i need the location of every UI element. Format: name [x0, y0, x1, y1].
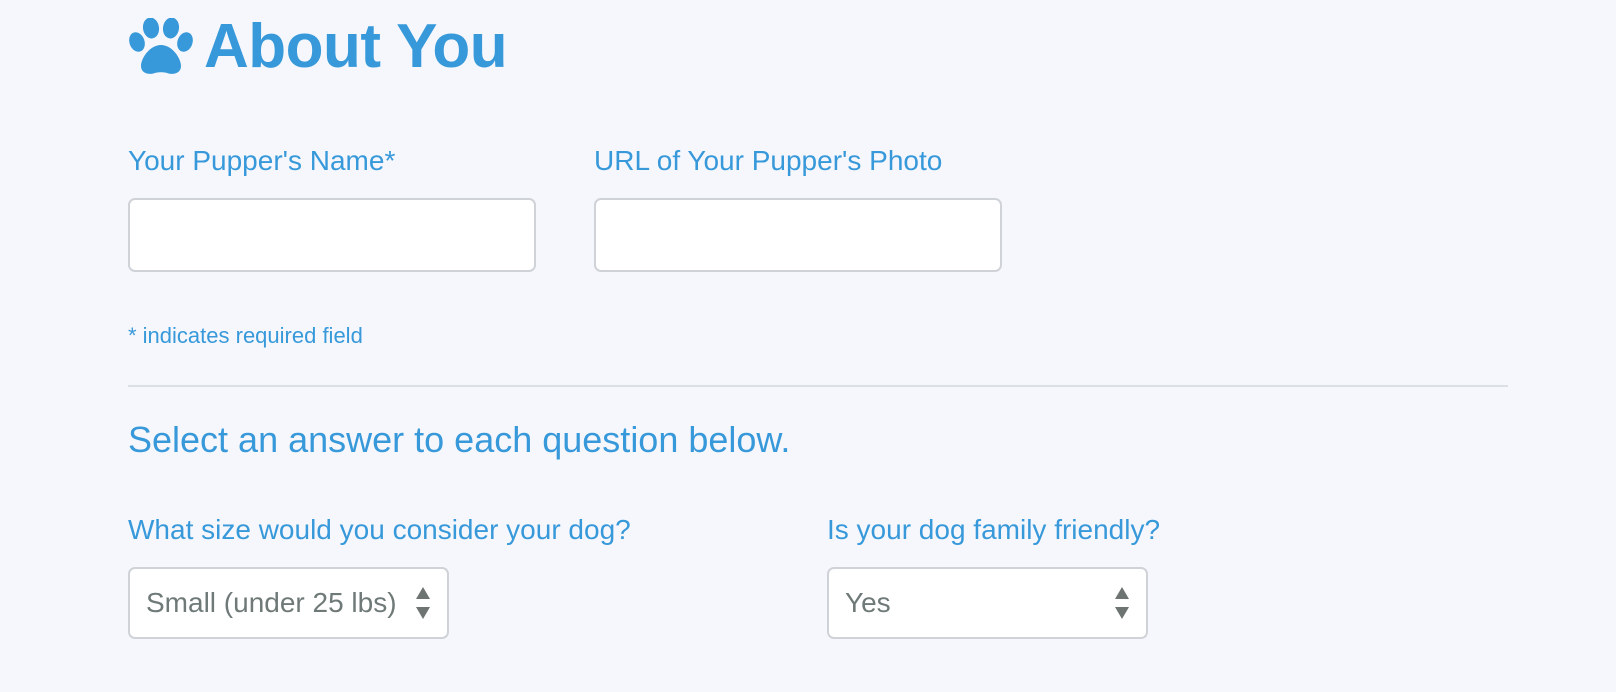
pupper-name-input[interactable] — [128, 198, 536, 272]
pupper-name-label: Your Pupper's Name* — [128, 145, 396, 176]
questions-heading: Select an answer to each question below. — [128, 419, 791, 460]
family-friendly-label: Is your dog family friendly? — [827, 514, 1161, 545]
dog-size-label: What size would you consider your dog? — [128, 514, 631, 545]
page-title: About You — [204, 12, 508, 81]
family-friendly-selected-value: Yes — [845, 587, 891, 618]
page-header: About You — [128, 12, 508, 82]
up-down-arrows-icon — [415, 587, 431, 619]
pupper-photo-url-input[interactable] — [594, 198, 1002, 272]
section-divider — [128, 385, 1508, 387]
up-down-arrows-icon — [1114, 587, 1130, 619]
dog-size-selected-value: Small (under 25 lbs) — [146, 587, 397, 618]
pupper-photo-label: URL of Your Pupper's Photo — [594, 145, 943, 176]
dog-size-select[interactable]: Small (under 25 lbs) — [128, 567, 449, 639]
paw-icon — [129, 18, 193, 74]
required-field-note: * indicates required field — [128, 323, 363, 348]
family-friendly-select[interactable]: Yes — [827, 567, 1148, 639]
